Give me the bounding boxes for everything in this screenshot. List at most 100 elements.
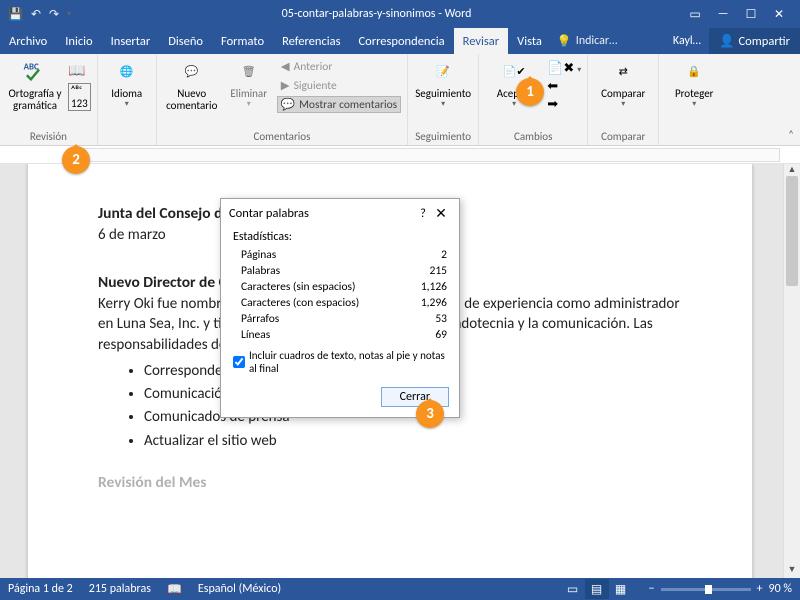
- tab-vista[interactable]: Vista: [508, 28, 551, 54]
- tab-archivo[interactable]: Archivo: [0, 28, 56, 54]
- status-words[interactable]: 215 palabras: [89, 582, 151, 596]
- stat-val: 2: [441, 248, 447, 262]
- show-comments-button[interactable]: 💬 Mostrar comentarios: [277, 96, 401, 113]
- undo-icon[interactable]: ↶: [31, 7, 41, 22]
- tell-me-label: Indicar…: [576, 34, 618, 48]
- new-comment-button[interactable]: 💬 Nuevo comentario: [163, 58, 221, 112]
- tracking-icon: 📝: [428, 58, 458, 86]
- window-title: 05-contar-palabras-y-sinonimos - Word: [79, 7, 674, 21]
- include-textboxes-checkbox[interactable]: Incluir cuadros de texto, notas al pie y…: [233, 343, 447, 377]
- tell-me[interactable]: 💡 Indicar…: [551, 28, 624, 54]
- callout-badge-2: 2: [62, 146, 90, 174]
- stat-val: 215: [430, 264, 448, 278]
- show-comments-icon: 💬: [281, 97, 295, 112]
- scroll-thumb[interactable]: [786, 176, 798, 286]
- stat-val: 69: [435, 328, 447, 342]
- share-label: Compartir: [739, 34, 790, 49]
- dialog-close-icon[interactable]: ✕: [431, 205, 451, 222]
- status-language[interactable]: Español (México): [198, 582, 281, 596]
- globe-icon: 🌐: [112, 58, 142, 86]
- zoom-control[interactable]: − + 90 %: [649, 582, 792, 596]
- stat-val: 53: [435, 312, 447, 326]
- zoom-slider[interactable]: [661, 588, 751, 591]
- prev-icon: ◀: [281, 59, 290, 74]
- word-count-icon[interactable]: ᴬᴮᶜ123: [68, 83, 91, 111]
- minimize-icon[interactable]: —: [714, 7, 732, 22]
- prev-label: Anterior: [294, 60, 333, 74]
- vertical-scrollbar[interactable]: ▲ ▼: [783, 164, 800, 578]
- list-item: Actualizar el sitio web: [144, 431, 682, 451]
- heading-3-cut: Revisión del Mes: [98, 473, 682, 494]
- show-comments-label: Mostrar comentarios: [299, 98, 397, 112]
- redo-icon[interactable]: ↷: [49, 7, 59, 22]
- tab-inicio[interactable]: Inicio: [56, 28, 101, 54]
- spelling-grammar-button[interactable]: ABC Ortografía y gramática: [6, 58, 64, 112]
- next-icon: ▶: [281, 78, 290, 93]
- language-button[interactable]: 🌐 Idioma▾: [104, 58, 150, 109]
- qat-more-icon[interactable]: ▾: [67, 9, 71, 19]
- dialog-title: Contar palabras: [229, 206, 415, 221]
- stat-key: Caracteres (sin espacios): [241, 280, 356, 294]
- share-icon: 👤: [719, 34, 735, 49]
- callout-badge-1: 1: [516, 78, 544, 106]
- compare-icon: ⇄: [608, 58, 638, 86]
- delete-comment-button[interactable]: 🗑 Eliminar▾: [225, 58, 273, 109]
- ribbon-tabs: Archivo Inicio Insertar Diseño Formato R…: [0, 28, 800, 54]
- share-button[interactable]: 👤 Compartir: [709, 28, 800, 54]
- stat-key: Líneas: [241, 328, 270, 342]
- collapse-ribbon-icon[interactable]: ˄: [788, 128, 794, 141]
- lightbulb-icon: 💡: [557, 34, 572, 49]
- title-bar: 💾 ↶ ↷ ▾ 05-contar-palabras-y-sinonimos -…: [0, 0, 800, 28]
- compare-button[interactable]: ⇄ Comparar▾: [594, 58, 652, 109]
- dialog-help-icon[interactable]: ?: [415, 206, 431, 221]
- save-icon[interactable]: 💾: [8, 7, 23, 22]
- new-comment-label: Nuevo comentario: [163, 88, 221, 112]
- tab-diseno[interactable]: Diseño: [159, 28, 212, 54]
- close-icon[interactable]: ✕: [770, 7, 788, 22]
- previous-comment-button[interactable]: ◀ Anterior: [277, 58, 401, 75]
- status-proofing-icon[interactable]: 📖: [167, 582, 182, 597]
- thesaurus-icon[interactable]: 📖: [68, 62, 91, 79]
- callout-badge-3: 3: [416, 400, 444, 428]
- status-bar: Página 1 de 2 215 palabras 📖 Español (Mé…: [0, 578, 800, 600]
- tab-revisar[interactable]: Revisar: [454, 28, 508, 54]
- stat-val: 1,296: [421, 296, 447, 310]
- zoom-in-icon[interactable]: +: [757, 582, 763, 596]
- stat-key: Palabras: [241, 264, 280, 278]
- scroll-down-icon[interactable]: ▼: [784, 564, 800, 578]
- maximize-icon[interactable]: ☐: [742, 7, 760, 22]
- stat-key: Caracteres (con espacios): [241, 296, 359, 310]
- group-changes-label: Cambios: [485, 128, 581, 143]
- read-mode-icon[interactable]: ▭: [561, 579, 585, 599]
- web-layout-icon[interactable]: ▦: [609, 579, 633, 599]
- status-page[interactable]: Página 1 de 2: [8, 582, 73, 596]
- zoom-value[interactable]: 90 %: [769, 582, 792, 596]
- lock-icon: 🔒: [679, 58, 709, 86]
- delete-comment-icon: 🗑: [234, 58, 264, 86]
- print-layout-icon[interactable]: ▤: [585, 579, 609, 599]
- abc-check-icon: ABC: [20, 58, 50, 86]
- word-count-dialog: Contar palabras ? ✕ Estadísticas: Página…: [220, 198, 460, 418]
- next-comment-button[interactable]: ▶ Siguiente: [277, 77, 401, 94]
- checkbox-input[interactable]: [233, 356, 245, 368]
- zoom-out-icon[interactable]: −: [649, 582, 655, 596]
- protect-button[interactable]: 🔒 Proteger▾: [665, 58, 723, 109]
- tracking-button[interactable]: 📝 Seguimiento▾: [414, 58, 472, 109]
- checkbox-label: Incluir cuadros de texto, notas al pie y…: [249, 349, 447, 375]
- tab-insertar[interactable]: Insertar: [102, 28, 160, 54]
- tab-formato[interactable]: Formato: [212, 28, 273, 54]
- user-label[interactable]: Kayl…: [665, 28, 709, 54]
- new-comment-icon: 💬: [177, 58, 207, 86]
- next-label: Siguiente: [294, 79, 337, 93]
- tab-correspondencia[interactable]: Correspondencia: [349, 28, 453, 54]
- next-change-icon[interactable]: ➡: [547, 97, 581, 112]
- group-tracking-label: Seguimiento: [414, 128, 472, 143]
- prev-change-icon[interactable]: ⬅: [547, 79, 581, 94]
- ruler[interactable]: [0, 146, 800, 164]
- tab-referencias[interactable]: Referencias: [273, 28, 349, 54]
- group-compare-label: Comparar: [594, 128, 652, 143]
- stats-header: Estadísticas:: [233, 230, 447, 244]
- stat-key: Párrafos: [241, 312, 279, 326]
- reject-icon[interactable]: 📄✖ ▾: [547, 61, 581, 76]
- ribbon-options-icon[interactable]: ▭: [686, 7, 704, 22]
